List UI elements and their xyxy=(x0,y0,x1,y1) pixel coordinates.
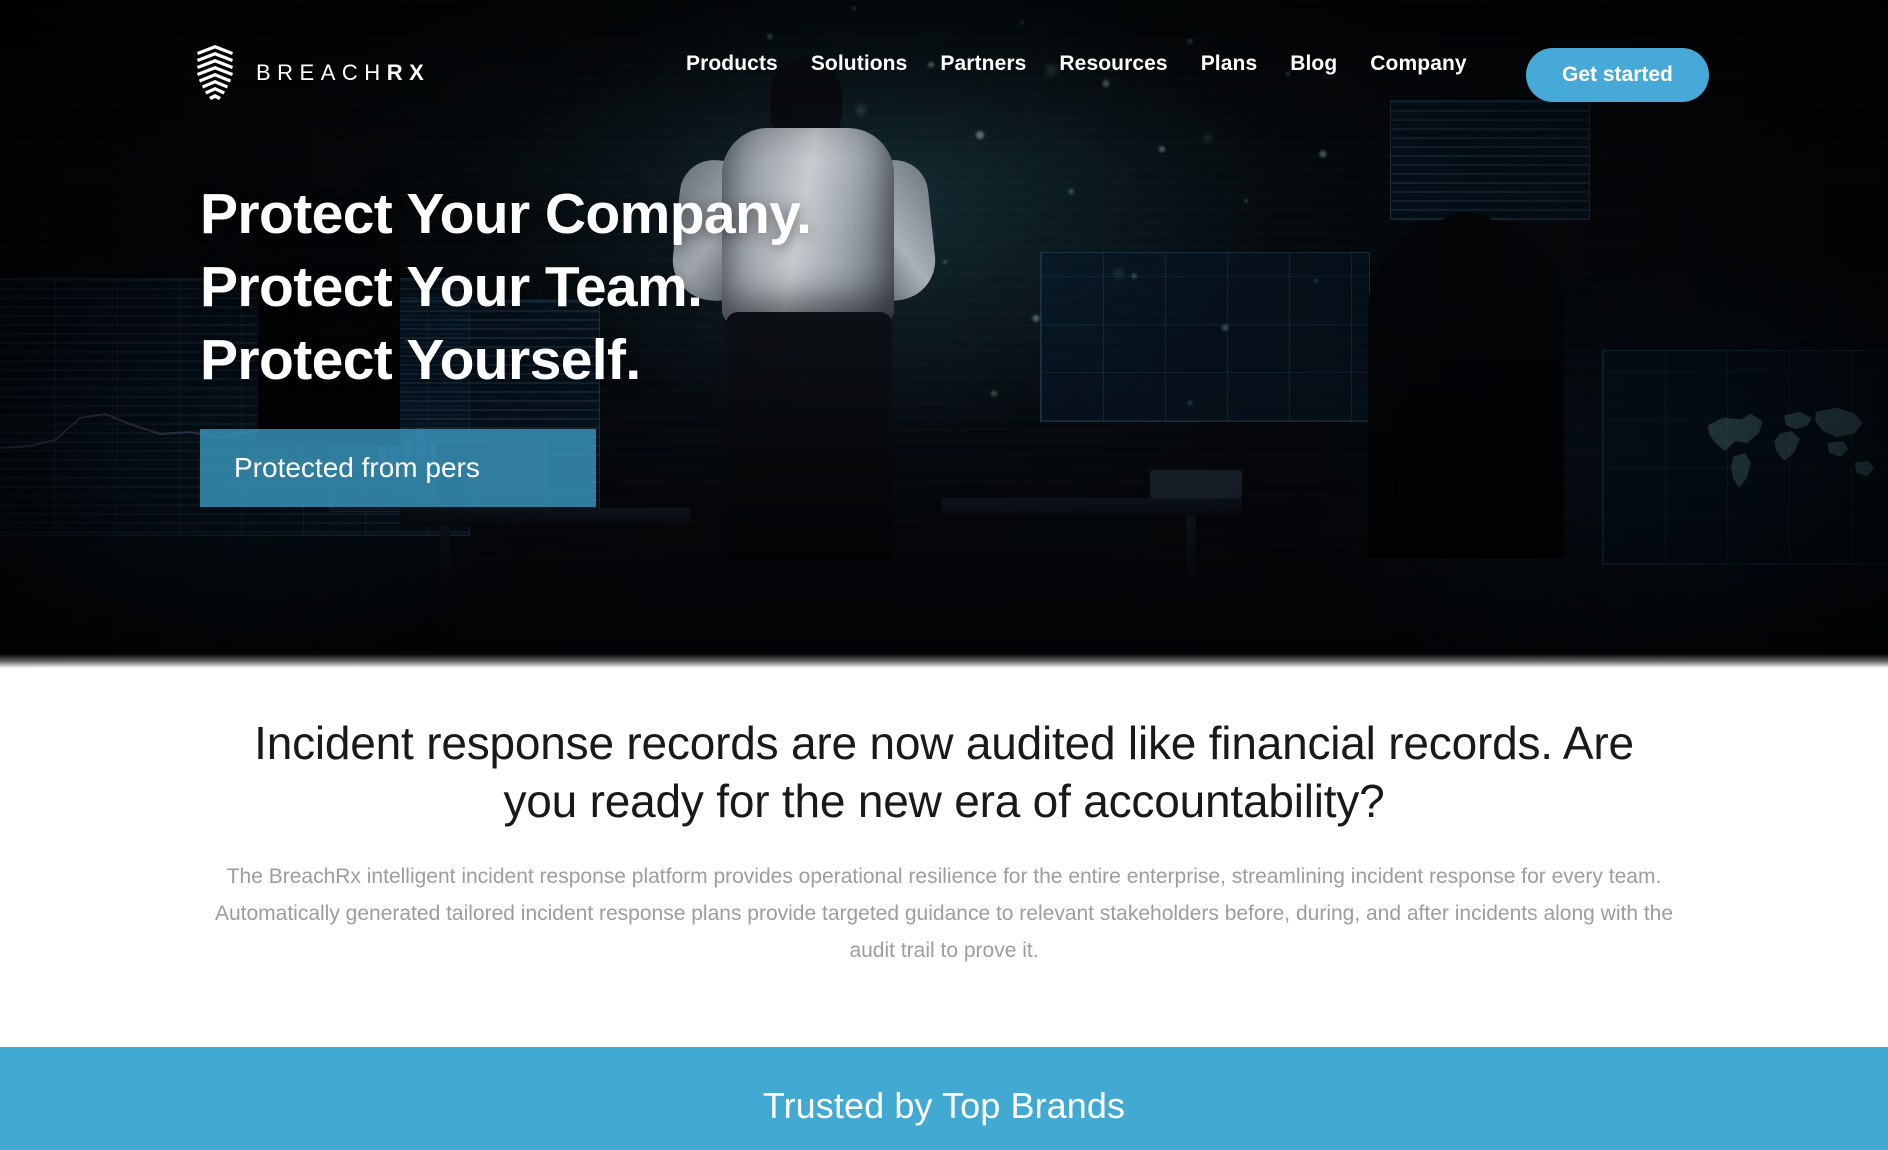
hero-cta-button[interactable]: Protected from pers xyxy=(200,429,596,507)
shield-stripes-icon xyxy=(197,45,233,100)
nav-item-partners[interactable]: Partners xyxy=(940,52,1026,76)
intro-section: Incident response records are now audite… xyxy=(0,668,1888,1047)
trusted-brands-title: Trusted by Top Brands xyxy=(762,1084,1126,1126)
brand-name-light: BREACH xyxy=(256,60,387,85)
hero-heading-line-2: Protect Your Team. xyxy=(200,255,703,319)
hero-bottom-divider xyxy=(0,654,1888,668)
nav-item-blog[interactable]: Blog xyxy=(1290,52,1337,76)
nav-item-products[interactable]: Products xyxy=(686,52,778,76)
trusted-brands-band: Trusted by Top Brands xyxy=(0,1047,1888,1150)
nav-links-list: Products Solutions Partners Resources Pl… xyxy=(686,52,1467,76)
nav-item-plans[interactable]: Plans xyxy=(1201,52,1258,76)
hero-copy-block: Protect Your Company. Protect Your Team.… xyxy=(200,178,812,507)
brand-name-bold: RX xyxy=(386,60,431,85)
hero-heading-line-3: Protect Yourself. xyxy=(200,328,641,392)
hero-heading-line-1: Protect Your Company. xyxy=(200,182,812,246)
get-started-button[interactable]: Get started xyxy=(1526,48,1709,102)
hero-section: BREACHRX Products Solutions Partners Res… xyxy=(0,0,1888,668)
nav-item-company[interactable]: Company xyxy=(1370,52,1466,76)
intro-paragraph: The BreachRx intelligent incident respon… xyxy=(214,865,1674,962)
brand-logo[interactable]: BREACHRX xyxy=(192,42,430,104)
brand-wordmark: BREACHRX xyxy=(256,60,430,86)
main-navigation-bar: BREACHRX Products Solutions Partners Res… xyxy=(0,0,1888,118)
intro-heading: Incident response records are now audite… xyxy=(254,717,1634,827)
nav-item-solutions[interactable]: Solutions xyxy=(811,52,908,76)
nav-item-resources[interactable]: Resources xyxy=(1059,52,1167,76)
hero-heading: Protect Your Company. Protect Your Team.… xyxy=(200,178,812,397)
